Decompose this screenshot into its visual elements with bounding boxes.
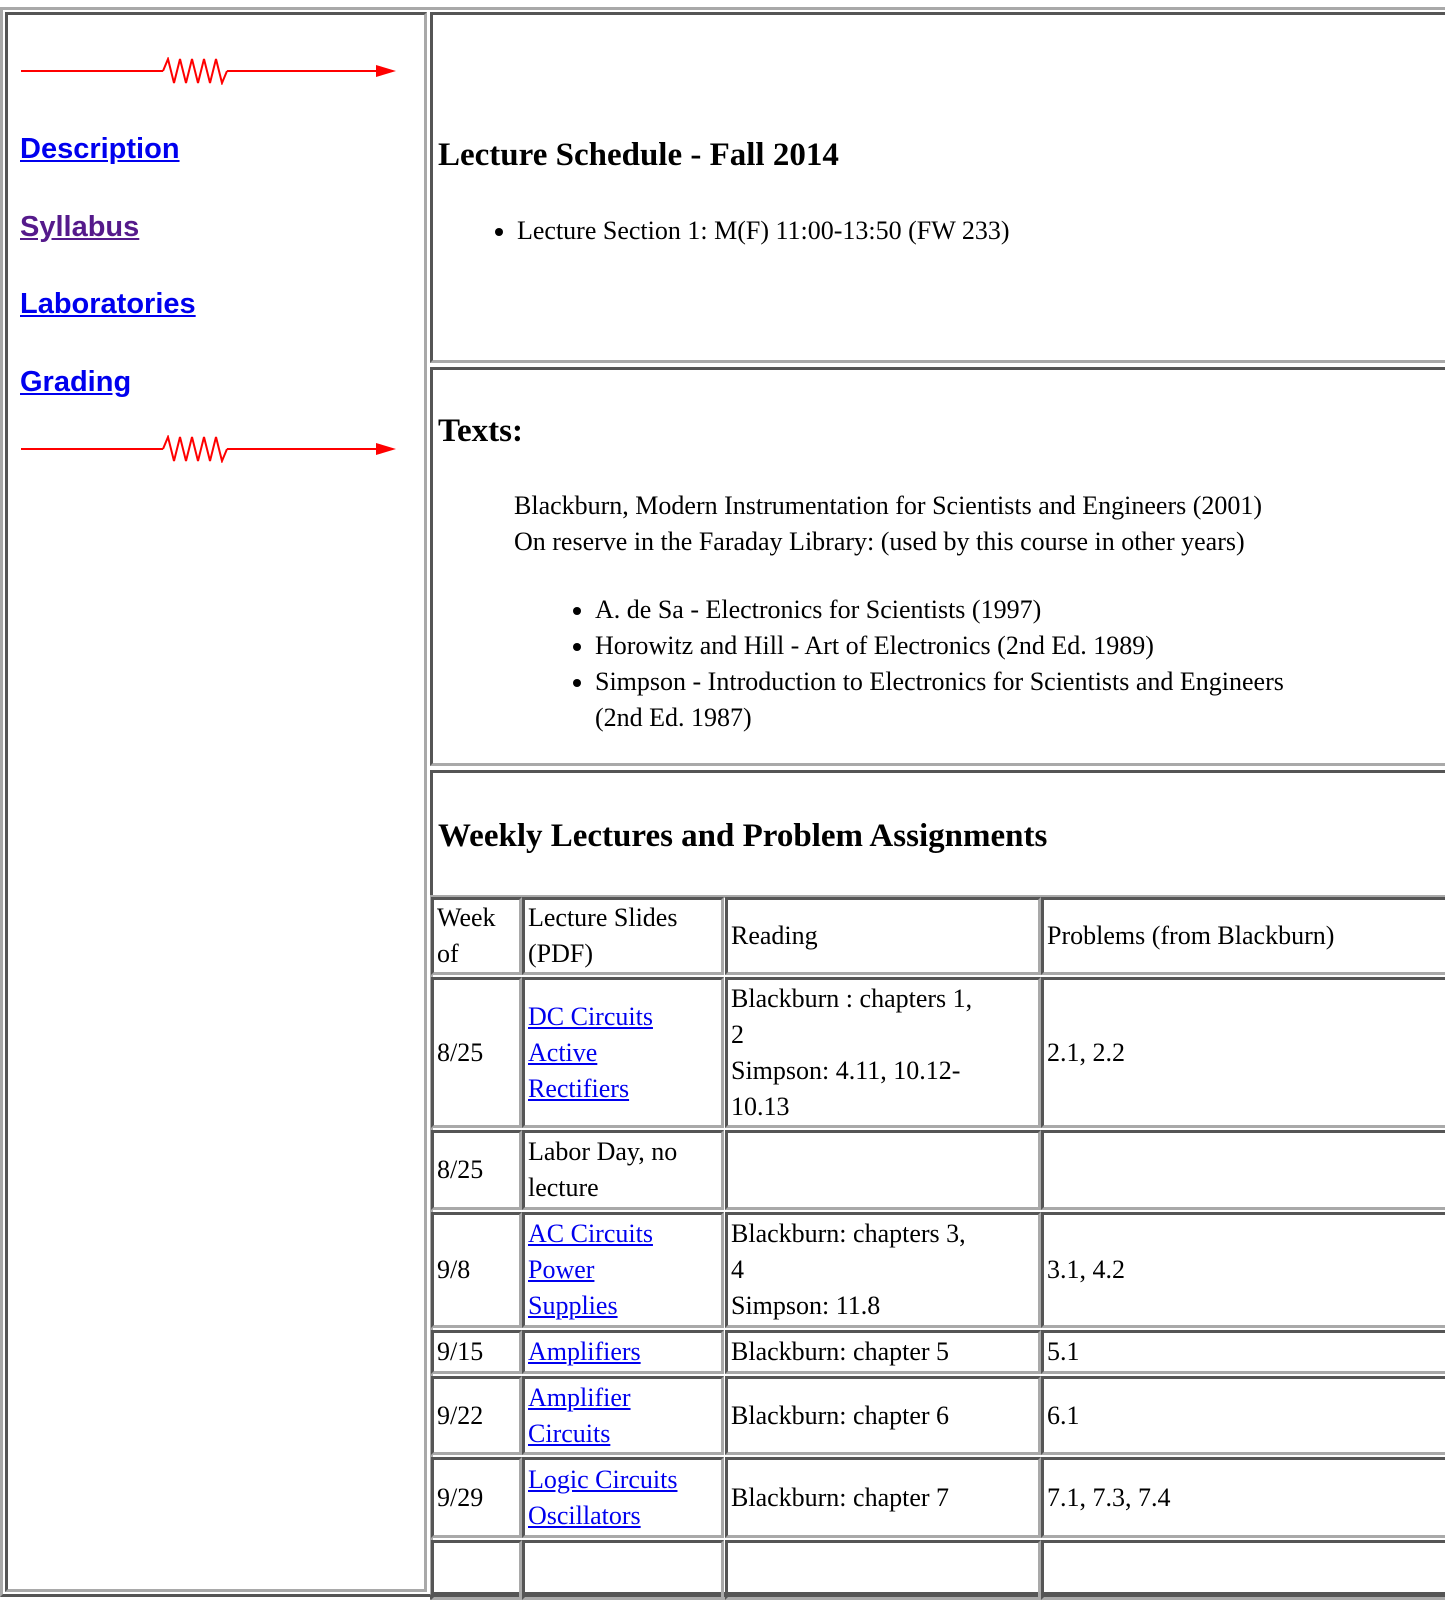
- schedule-section-list: Lecture Section 1: M(F) 11:00-13:50 (FW …: [517, 213, 1009, 249]
- reading-cell: Blackburn: chapter 6: [725, 1376, 1041, 1455]
- nav-link-description[interactable]: Description: [20, 133, 180, 166]
- cell-text: Problems (from Blackburn): [1047, 921, 1335, 950]
- resistor-arrow-icon: [21, 435, 396, 463]
- week-cell: 8/25: [431, 977, 522, 1128]
- problems-cell: 2.1, 2.2: [1041, 977, 1445, 1128]
- lecture-slides-link[interactable]: Rectifiers: [528, 1071, 718, 1107]
- list-item: Lecture Section 1: M(F) 11:00-13:50 (FW …: [517, 213, 1009, 249]
- reading-cell: Blackburn: chapter 5: [725, 1330, 1041, 1374]
- problems-cell: 5.1: [1041, 1330, 1445, 1374]
- cell-text: Blackburn: chapters 3,: [731, 1219, 966, 1248]
- lecture-slides-link[interactable]: Supplies: [528, 1288, 718, 1324]
- cell-text: 9/29: [437, 1482, 484, 1512]
- cell-text: 8/25: [437, 1155, 484, 1184]
- lecture-slides-link[interactable]: Amplifiers: [528, 1334, 718, 1370]
- table-row-partial: [522, 1540, 724, 1600]
- problems-cell: 6.1: [1041, 1376, 1445, 1455]
- list-item: Simpson - Introduction to Electronics fo…: [595, 664, 1284, 700]
- cell-text: 6.1: [1047, 1400, 1080, 1430]
- resistor-arrow-icon: [21, 57, 396, 85]
- header-problems: Problems (from Blackburn): [1041, 897, 1445, 975]
- week-cell: 9/29: [431, 1457, 522, 1538]
- problems-cell: 7.1, 7.3, 7.4: [1041, 1457, 1445, 1538]
- lecture-slides-link[interactable]: DC Circuits: [528, 999, 718, 1035]
- cell-text: Lecture Slides: [528, 903, 678, 932]
- cell-text: 5.1: [1047, 1337, 1080, 1366]
- problems-cell: 3.1, 4.2: [1041, 1212, 1445, 1328]
- reserve-list: A. de Sa - Electronics for Scientists (1…: [595, 592, 1284, 736]
- week-cell: 9/22: [431, 1376, 522, 1455]
- nav-link-grading[interactable]: Grading: [20, 366, 131, 399]
- sidebar-nav: Description Syllabus Laboratories Gradin…: [5, 12, 427, 1592]
- slides-cell: Labor Day, no lecture: [522, 1130, 724, 1210]
- cell-text: Labor Day, no: [528, 1137, 678, 1166]
- cell-text: 10.13: [731, 1091, 790, 1121]
- reading-cell: Blackburn: chapter 7: [725, 1457, 1041, 1538]
- lecture-slides-link[interactable]: Circuits: [528, 1416, 718, 1452]
- cell-text: Simpson: 4.11, 10.12-: [731, 1055, 961, 1085]
- week-cell: 9/8: [431, 1212, 522, 1328]
- week-cell: 9/15: [431, 1330, 522, 1374]
- cell-text: 4: [731, 1255, 744, 1284]
- texts-cell: Texts: Blackburn, Modern Instrumentation…: [430, 367, 1445, 766]
- header-week: Week of: [431, 897, 522, 975]
- lecture-slides-link[interactable]: Oscillators: [528, 1498, 718, 1534]
- table-row-partial: [1041, 1540, 1445, 1600]
- reading-cell: Blackburn : chapters 1, 2 Simpson: 4.11, 1…: [725, 977, 1041, 1128]
- slides-cell: AC Circuits Power Supplies: [522, 1212, 724, 1328]
- table-row-partial: [431, 1540, 522, 1600]
- cell-text: Simpson: 11.8: [731, 1291, 881, 1320]
- list-item-continuation: (2nd Ed. 1987): [595, 703, 752, 732]
- list-item: A. de Sa - Electronics for Scientists (1…: [595, 592, 1284, 628]
- problems-cell: [1041, 1130, 1445, 1210]
- cell-text: lecture: [528, 1173, 599, 1202]
- reading-cell: [725, 1130, 1041, 1210]
- cell-text: 3.1, 4.2: [1047, 1255, 1125, 1284]
- schedule-title: Lecture Schedule - Fall 2014: [438, 137, 839, 173]
- cell-text: 9/8: [437, 1255, 471, 1284]
- slides-cell: Amplifier Circuits: [522, 1376, 724, 1455]
- schedule-cell: Lecture Schedule - Fall 2014 Lecture Sec…: [430, 12, 1445, 363]
- cell-text: of: [437, 939, 459, 968]
- reserve-note: On reserve in the Faraday Library: (used…: [514, 527, 1245, 556]
- cell-text: Blackburn: chapter 5: [731, 1337, 950, 1366]
- cell-text: Blackburn : chapters 1,: [731, 983, 973, 1013]
- texts-title: Texts:: [438, 413, 523, 449]
- lecture-slides-link[interactable]: Active: [528, 1035, 718, 1071]
- slides-cell: Amplifiers: [522, 1330, 724, 1374]
- list-item: Horowitz and Hill - Art of Electronics (…: [595, 628, 1284, 664]
- cell-text: (PDF): [528, 939, 594, 968]
- reading-cell: Blackburn: chapters 3, 4 Simpson: 11.8: [725, 1212, 1041, 1328]
- header-reading: Reading: [725, 897, 1041, 975]
- header-slides: Lecture Slides (PDF): [522, 897, 724, 975]
- cell-text: 2: [731, 1019, 744, 1049]
- cell-text: 9/22: [437, 1400, 484, 1430]
- slides-cell: Logic Circuits Oscillators: [522, 1457, 724, 1538]
- main-text: Blackburn, Modern Instrumentation for Sc…: [514, 491, 1263, 520]
- table-row-partial: [725, 1540, 1041, 1600]
- cell-text: 2.1, 2.2: [1047, 1037, 1125, 1067]
- nav-link-syllabus[interactable]: Syllabus: [20, 211, 139, 244]
- cell-text: Week: [437, 903, 496, 932]
- week-cell: 8/25: [431, 1130, 522, 1210]
- slides-cell: DC Circuits Active Rectifiers: [522, 977, 724, 1128]
- cell-text: Blackburn: chapter 6: [731, 1400, 950, 1430]
- nav-link-laboratories[interactable]: Laboratories: [20, 288, 196, 321]
- cell-text: Reading: [731, 921, 818, 950]
- cell-text: 8/25: [437, 1037, 484, 1067]
- cell-text: 7.1, 7.3, 7.4: [1047, 1482, 1171, 1512]
- lecture-slides-link[interactable]: Amplifier: [528, 1380, 718, 1416]
- lecture-slides-link[interactable]: Logic Circuits: [528, 1462, 718, 1498]
- lecture-slides-link[interactable]: Power: [528, 1252, 718, 1288]
- cell-text: Blackburn: chapter 7: [731, 1482, 950, 1512]
- lecture-slides-link[interactable]: AC Circuits: [528, 1216, 718, 1252]
- cell-text: 9/15: [437, 1337, 484, 1366]
- weekly-title: Weekly Lectures and Problem Assignments: [438, 818, 1048, 854]
